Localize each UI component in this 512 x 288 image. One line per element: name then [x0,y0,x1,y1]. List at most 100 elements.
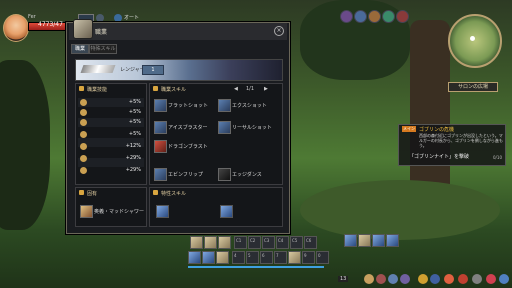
stat-value: +5% [128,99,141,105]
star-icon[interactable] [418,274,428,284]
hotkey-slot[interactable]: C2 [248,236,261,249]
skills-header: 職業スキル [161,87,187,93]
craft-icon[interactable] [444,274,454,284]
tree-left [0,60,50,230]
hotkey-slot[interactable] [190,236,203,249]
event-menu-icon[interactable] [486,274,496,284]
map-location-button[interactable]: サロンの広場 [448,82,498,92]
buff-slot[interactable] [386,234,399,247]
traits-box: 特性スキル [149,187,283,227]
hotkey-label: 4 [234,253,237,258]
skill-item[interactable]: ドラゴンブラスト [154,140,214,153]
page-next-icon[interactable]: ▶ [264,86,268,92]
quest-description: 西部の森付近にゴブリンが出没したという。マルガーの村長から、ゴブリンを倒しながら… [419,133,503,148]
stat-value: +5% [128,119,141,125]
hotkey-slot[interactable]: C1 [234,236,247,249]
hotkey-slot[interactable]: C5 [290,236,303,249]
hotkey-slot[interactable] [218,236,231,249]
skill-item[interactable]: アイスブラスター [154,121,214,134]
gift-icon[interactable] [368,10,381,23]
guild-icon[interactable] [430,274,440,284]
hotkey-slot[interactable]: 4 [232,251,245,264]
hotkey-label: C5 [292,238,298,243]
hotkey-slot[interactable]: C6 [304,236,317,249]
hotkey-label: C4 [278,238,284,243]
ranking-icon[interactable] [382,10,395,23]
target-icon [80,119,87,126]
ground [300,180,500,240]
job-stats-box: 職業技能 +5% +5% +5% +5% +12% +29% +29% [75,83,147,185]
job-level: 1 [142,65,164,75]
skill-icon [80,205,93,218]
quest-tracker[interactable]: メイン ゴブリンの危機 西部の森付近にゴブリンが出没したという。マルガーの村長か… [398,124,506,166]
quest-tag: メイン [402,126,416,132]
job-panel: 職業 × 職業 特殊スキル レンジャー 1 職業技能 +5% +5% +5% +… [66,19,290,234]
skill-name: エクスショット [232,103,267,109]
bow-icon [80,65,116,73]
player-marker-icon [470,36,475,41]
skill-item[interactable]: エビンフリップ [154,168,214,181]
exp-bar [188,266,324,268]
skill-item[interactable]: エッジダンス [218,168,278,181]
buff-slot[interactable] [344,234,357,247]
hp-text: 4773/47 [38,21,63,28]
mail-icon[interactable] [396,10,409,23]
trait-slot[interactable] [220,205,233,218]
close-icon[interactable]: × [274,26,284,36]
tab-special-skill[interactable]: 特殊スキル [89,44,117,54]
hotkey-slot[interactable]: 7 [274,251,287,264]
stat-row: +12% [80,142,143,151]
hotkey-slot[interactable]: C3 [262,236,275,249]
hotkey-slot[interactable] [216,251,229,264]
hotkey-slot[interactable] [188,251,201,264]
hotbar-bottom: 4 5 6 7 9 0 [188,251,333,264]
skill-item[interactable]: リーサルショット [218,121,278,134]
hotkey-label: 7 [276,253,279,258]
shield-icon [80,143,87,150]
hotkey-slot[interactable]: 9 [302,251,315,264]
tab-job[interactable]: 職業 [71,44,89,54]
gift-box-icon[interactable] [458,274,468,284]
minimap[interactable] [448,14,502,68]
page-prev-icon[interactable]: ◀ [234,86,238,92]
stats-header: 職業技能 [87,87,108,93]
chat-icon[interactable] [499,274,509,284]
trait-slot[interactable] [156,205,169,218]
hotkey-slot[interactable]: C4 [276,236,289,249]
hotkey-slot[interactable]: 6 [260,251,273,264]
sword-icon [80,109,87,116]
hotkey-label: C1 [236,238,242,243]
skill-name: フラットショット [168,103,209,109]
quest-title: ゴブリンの危機 [419,127,455,133]
event-icon[interactable] [340,10,353,23]
special-header: 固有 [87,191,98,197]
job-banner: レンジャー 1 [75,59,283,81]
skill-name: アイスブラスター [168,125,208,131]
shop-icon[interactable] [354,10,367,23]
hotkey-slot[interactable] [202,251,215,264]
bag-icon[interactable] [376,274,386,284]
special-skill-item[interactable]: 奥義・マッドシャワー [80,205,144,218]
skill-name: エッジダンス [232,172,262,178]
buff-slot[interactable] [372,234,385,247]
tree-trunk [410,20,450,200]
skill-menu-icon[interactable] [388,274,398,284]
quest-count: 0/10 [493,155,502,160]
heart-icon [80,99,87,106]
buff-slot[interactable] [358,234,371,247]
hotkey-slot[interactable]: 0 [316,251,329,264]
auto-icon[interactable] [114,14,122,22]
quest-menu-icon[interactable] [400,274,410,284]
skill-item[interactable]: エクスショット [218,99,278,112]
skills-header-icon [153,86,158,91]
page-indicator: 1/1 [246,86,255,92]
settings-icon[interactable] [472,274,482,284]
traits-header: 特性スキル [161,191,187,197]
hotkey-slot[interactable]: 5 [246,251,259,264]
skill-item[interactable]: フラットショット [154,99,214,112]
character-icon[interactable] [364,274,374,284]
hotkey-slot[interactable] [288,251,301,264]
stat-row: +5% [80,108,143,117]
player-avatar[interactable] [3,14,29,42]
hotkey-slot[interactable] [204,236,217,249]
